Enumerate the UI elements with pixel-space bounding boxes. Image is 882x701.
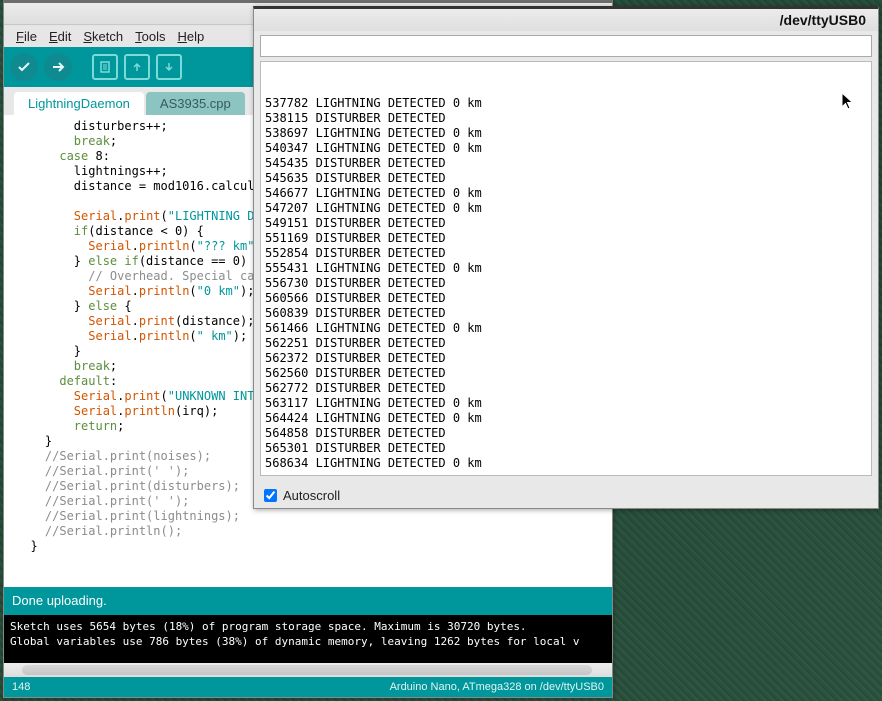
serial-monitor-window: /dev/ttyUSB0 537782 LIGHTNING DETECTED 0…: [253, 6, 879, 509]
serial-input[interactable]: [260, 35, 872, 57]
save-button[interactable]: [156, 54, 182, 80]
horizontal-scrollbar[interactable]: [4, 663, 612, 677]
new-button[interactable]: [92, 54, 118, 80]
bottom-bar: 148 Arduino Nano, ATmega328 on /dev/ttyU…: [4, 677, 612, 697]
upload-button[interactable]: [44, 53, 72, 81]
menu-edit[interactable]: Edit: [45, 27, 75, 46]
line-number: 148: [12, 677, 30, 697]
open-button[interactable]: [124, 54, 150, 80]
menu-help[interactable]: Help: [173, 27, 208, 46]
menu-file[interactable]: File: [12, 27, 41, 46]
status-bar: Done uploading.: [4, 587, 612, 615]
serial-title: /dev/ttyUSB0: [254, 9, 878, 31]
autoscroll-label[interactable]: Autoscroll: [283, 488, 340, 503]
autoscroll-checkbox[interactable]: [264, 489, 277, 502]
serial-output[interactable]: 537782 LIGHTNING DETECTED 0 km538115 DIS…: [260, 61, 872, 476]
tab-lightningdaemon[interactable]: LightningDaemon: [14, 92, 144, 115]
verify-button[interactable]: [10, 53, 38, 81]
menu-sketch[interactable]: Sketch: [79, 27, 127, 46]
serial-bottom-bar: Autoscroll: [254, 482, 878, 508]
serial-input-row: [254, 31, 878, 61]
tab-as3935cpp[interactable]: AS3935.cpp: [146, 92, 245, 115]
menu-tools[interactable]: Tools: [131, 27, 169, 46]
board-info: Arduino Nano, ATmega328 on /dev/ttyUSB0: [390, 677, 604, 697]
console-output: Sketch uses 5654 bytes (18%) of program …: [4, 615, 612, 663]
